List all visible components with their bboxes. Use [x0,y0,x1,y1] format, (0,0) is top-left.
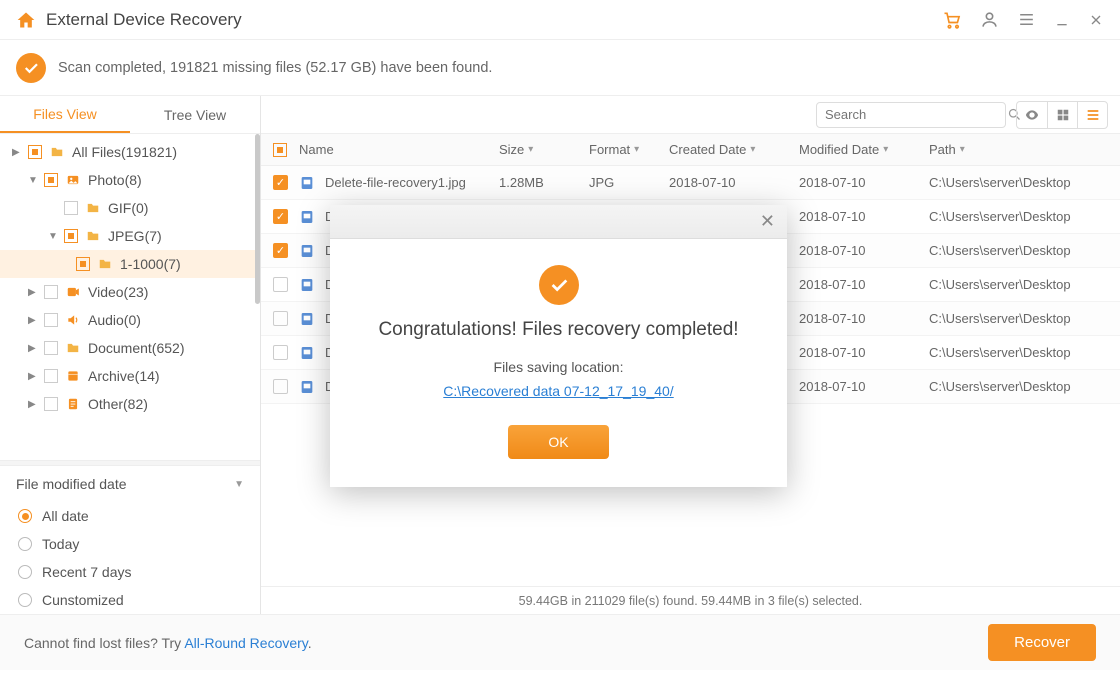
filter-customized[interactable]: Cunstomized [0,586,260,614]
window-title: External Device Recovery [46,10,242,30]
folder-icon [84,229,102,243]
row-checkbox[interactable] [273,277,288,292]
col-modified[interactable]: Modified Date▾ [799,142,929,157]
tree-node-archive[interactable]: ▶ Archive(14) [0,362,260,390]
tab-tree-view[interactable]: Tree View [130,96,260,133]
list-view-button[interactable] [1077,102,1107,128]
other-icon [64,397,82,411]
tree-node-document[interactable]: ▶ Document(652) [0,334,260,362]
table-header: Name Size▾ Format▾ Created Date▾ Modifie… [261,134,1120,166]
completion-dialog: ✕ Congratulations! Files recovery comple… [330,205,787,487]
tree-node-audio[interactable]: ▶ Audio(0) [0,306,260,334]
filter-all-date[interactable]: All date [0,502,260,530]
file-icon [299,243,315,259]
row-checkbox[interactable] [273,345,288,360]
file-icon [299,345,315,361]
preview-button[interactable] [1017,102,1047,128]
file-icon [299,209,315,225]
tree-node-other[interactable]: ▶ Other(82) [0,390,260,418]
search-input[interactable] [825,107,1001,122]
close-icon[interactable] [1088,12,1104,28]
row-checkbox[interactable] [273,243,288,258]
filter-recent7[interactable]: Recent 7 days [0,558,260,586]
row-checkbox[interactable] [273,175,288,190]
title-bar: External Device Recovery [0,0,1120,40]
footer-hint: Cannot find lost files? Try All-Round Re… [24,635,312,651]
audio-icon [64,313,82,327]
tree-node-gif[interactable]: GIF(0) [0,194,260,222]
scan-status-bar: Scan completed, 191821 missing files (52… [0,40,1120,96]
folder-icon [96,257,114,271]
col-format[interactable]: Format▾ [589,142,669,157]
footer: Cannot find lost files? Try All-Round Re… [0,614,1120,670]
row-checkbox[interactable] [273,379,288,394]
search-box[interactable] [816,102,1006,128]
scrollbar-thumb[interactable] [255,134,260,304]
tab-files-view[interactable]: Files View [0,96,130,133]
status-bar: 59.44GB in 211029 file(s) found. 59.44MB… [261,586,1120,614]
file-icon [299,277,315,293]
sidebar: Files View Tree View ▶ All Files(191821)… [0,96,261,614]
file-icon [299,311,315,327]
recover-button[interactable]: Recover [988,624,1096,661]
tree-node-photo[interactable]: ▼ Photo(8) [0,166,260,194]
minimize-icon[interactable] [1054,12,1070,28]
tree-node-all[interactable]: ▶ All Files(191821) [0,138,260,166]
row-checkbox[interactable] [273,311,288,326]
all-round-recovery-link[interactable]: All-Round Recovery [184,635,307,651]
dialog-ok-button[interactable]: OK [508,425,608,459]
col-name[interactable]: Name [299,142,499,157]
chevron-down-icon: ▼ [234,479,244,490]
grid-view-button[interactable] [1047,102,1077,128]
filter-today[interactable]: Today [0,530,260,558]
dialog-subtitle: Files saving location: [360,359,757,375]
user-icon[interactable] [980,10,999,29]
view-buttons [1016,101,1108,129]
home-icon[interactable] [16,10,36,30]
video-icon [64,285,82,299]
select-all-checkbox[interactable] [273,143,287,157]
file-icon [299,175,315,191]
file-icon [299,379,315,395]
folder-icon [48,145,66,159]
row-checkbox[interactable] [273,209,288,224]
table-row[interactable]: Delete-file-recovery1.jpg 1.28MB JPG 201… [261,166,1120,200]
tree-node-jpeg[interactable]: ▼ JPEG(7) [0,222,260,250]
archive-icon [64,369,82,383]
col-path[interactable]: Path▾ [929,142,1108,157]
filter-title[interactable]: File modified date ▼ [0,466,260,502]
photo-icon [64,173,82,187]
dialog-close-icon[interactable]: ✕ [760,211,775,232]
dialog-location-link[interactable]: C:\Recovered data 07-12_17_19_40/ [443,383,673,399]
file-name: Delete-file-recovery1.jpg [325,175,466,190]
document-icon [64,341,82,355]
cart-icon[interactable] [942,10,962,30]
check-circle-icon [539,265,579,305]
col-size[interactable]: Size▾ [499,142,589,157]
tree-node-jpeg-range[interactable]: 1-1000(7) [0,250,260,278]
dialog-title: Congratulations! Files recovery complete… [360,319,757,341]
file-tree: ▶ All Files(191821) ▼ Photo(8) GIF(0) ▼ … [0,134,260,456]
scan-status-text: Scan completed, 191821 missing files (52… [58,60,492,76]
check-circle-icon [16,53,46,83]
tree-node-video[interactable]: ▶ Video(23) [0,278,260,306]
folder-icon [84,201,102,215]
menu-icon[interactable] [1017,10,1036,29]
col-created[interactable]: Created Date▾ [669,142,799,157]
